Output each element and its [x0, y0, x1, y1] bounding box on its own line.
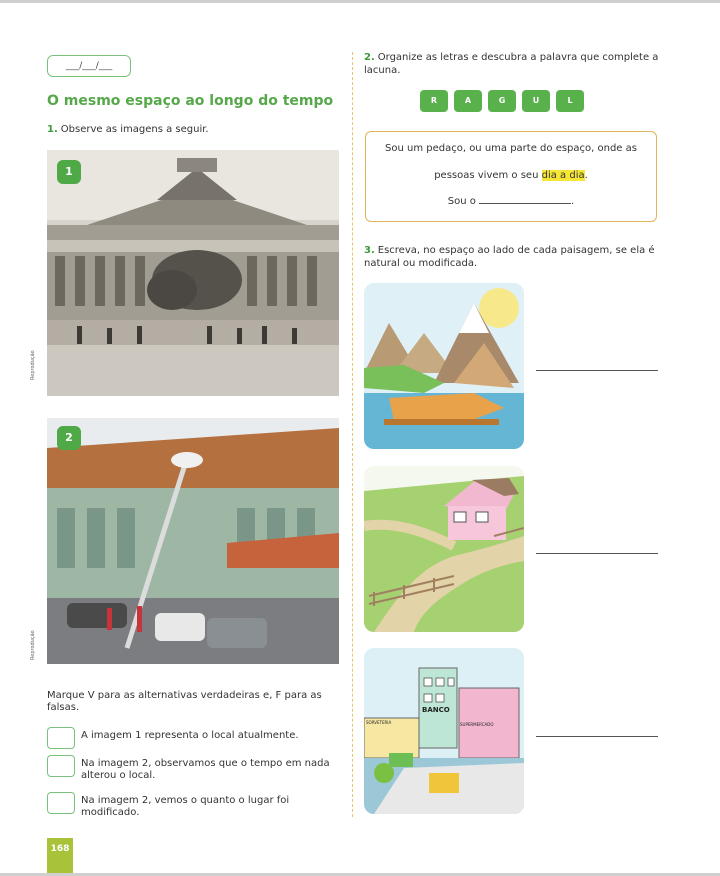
answer-line-3[interactable] — [536, 736, 658, 737]
letter-tile-4: U — [522, 90, 550, 112]
image-2-badge: 2 — [57, 426, 81, 450]
photo-credit: Reprodução — [30, 350, 36, 380]
riddle-box: Sou um pedaço, ou uma parte do espaço, o… — [365, 131, 657, 222]
letter-tile-2: A — [454, 90, 482, 112]
riddle-line-1: Sou um pedaço, ou uma parte do espaço, o… — [385, 143, 637, 154]
photo-modern-market: 2 — [47, 418, 339, 664]
photo-credit-2: Reprodução — [30, 630, 36, 660]
riddle-line-2-end: . — [584, 170, 588, 181]
option-row-3: Na imagem 2, vemos o quanto o lugar foi … — [47, 792, 339, 820]
page-title: O mesmo espaço ao longo do tempo — [47, 93, 334, 109]
riddle-line-3-text: Sou o — [447, 196, 476, 207]
question-2-number: 2. — [364, 52, 375, 63]
landscape-farm — [364, 466, 524, 632]
letter-tile-5: L — [556, 90, 584, 112]
option-row-2: Na imagem 2, observamos que o tempo em n… — [47, 755, 339, 783]
date-field[interactable]: ___/___/___ — [47, 55, 131, 77]
answer-line-2[interactable] — [536, 553, 658, 554]
sign-sorveteria: SORVETERIA — [366, 720, 392, 725]
landscape-city: BANCO SORVETERIA SUPERMERCADO — [364, 648, 524, 814]
option-row-1: A imagem 1 representa o local atualmente… — [47, 727, 339, 749]
letter-tile-1: R — [420, 90, 448, 112]
column-divider — [352, 52, 353, 817]
option-2-checkbox[interactable] — [47, 755, 75, 777]
riddle-line-2-start: pessoas vivem o seu — [434, 170, 542, 181]
top-border — [0, 0, 720, 3]
photo-old-market: 1 — [47, 150, 339, 396]
question-1: 1. Observe as imagens a seguir. — [47, 124, 209, 135]
riddle-highlight: dia a dia — [541, 170, 585, 181]
riddle-answer-blank[interactable] — [479, 194, 572, 204]
question-1-text: Observe as imagens a seguir. — [60, 124, 209, 135]
sign-banco: BANCO — [422, 706, 450, 714]
question-3: 3. Escreva, no espaço ao lado de cada pai… — [364, 245, 660, 270]
page-number: 168 — [47, 838, 73, 874]
true-false-instructions: Marque V para as alternativas verdadeira… — [47, 690, 322, 713]
question-3-number: 3. — [364, 245, 375, 256]
option-1-text: A imagem 1 representa o local atualmente… — [81, 730, 299, 741]
question-3-text: Escreva, no espaço ao lado de cada paisa… — [364, 245, 655, 269]
riddle-line-3: Sou o . — [447, 194, 575, 207]
question-1-number: 1. — [47, 124, 58, 135]
letter-tile-3: G — [488, 90, 516, 112]
sign-supermercado: SUPERMERCADO — [460, 722, 494, 727]
option-3-checkbox[interactable] — [47, 792, 75, 814]
answer-line-1[interactable] — [536, 370, 658, 371]
option-3-text: Na imagem 2, vemos o quanto o lugar foi … — [81, 795, 290, 818]
riddle-line-2: pessoas vivem o seu dia a dia. — [366, 170, 656, 181]
question-2-text: Organize as letras e descubra a palavra … — [364, 52, 659, 76]
option-2-text: Na imagem 2, observamos que o tempo em n… — [81, 758, 330, 781]
question-2: 2. Organize as letras e descubra a palavr… — [364, 52, 660, 77]
landscape-mountains — [364, 283, 524, 449]
image-1-badge: 1 — [57, 160, 81, 184]
option-1-checkbox[interactable] — [47, 727, 75, 749]
